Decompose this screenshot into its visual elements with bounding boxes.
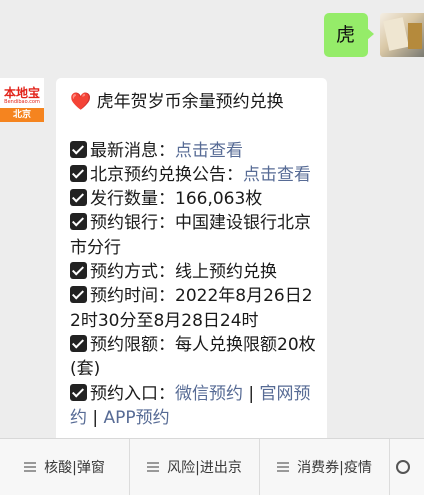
avatar-city-label: 北京 [0,108,44,122]
account-avatar[interactable]: 本地宝 Bendibao.com 北京 [0,78,44,122]
info-item-entry: 预约入口：微信预约 | 官网预约 | APP预约 [70,383,311,428]
heart-icon: ❤️ [70,92,92,112]
link-separator: | [87,407,104,428]
info-item-announcement: 北京预约兑换公告：点击查看 [70,163,317,187]
check-box-icon [70,140,87,158]
menu-list-icon [147,460,160,474]
menu-item-label: 核酸|弹窗 [44,460,105,476]
info-item-time: 预约时间：2022年8月26日22时30分至8月28日24时 [70,286,313,331]
keyboard-toggle-button[interactable] [390,439,424,495]
check-box-icon [70,189,87,207]
outgoing-message-bubble[interactable]: 虎 [324,13,374,57]
user-avatar[interactable] [380,13,424,57]
info-item-bank: 预约银行：中国建设银行北京市分行 [70,213,311,258]
info-item-limit: 预约限额：每人兑换限额20枚(套) [70,334,316,380]
menu-item-label: 消费券|疫情 [297,460,372,476]
check-box-icon [70,164,87,182]
message-title: ❤️ 虎年贺岁币余量预约兑换 [70,90,317,114]
info-item-quantity: 发行数量：166,063枚 [70,187,317,211]
menu-list-icon [277,460,290,474]
incoming-message-bubble: ❤️ 虎年贺岁币余量预约兑换 最新消息：点击查看 北京预约兑换公告：点击查看 发… [56,78,327,458]
app-booking-link[interactable]: APP预约 [104,408,170,428]
menu-list-icon [24,460,37,474]
menu-item-label: 风险|进出京 [167,460,242,476]
message-title-text: 虎年贺岁币余量预约兑换 [96,92,284,112]
announcement-link[interactable]: 点击查看 [243,165,311,185]
check-box-icon [70,383,87,401]
check-box-icon [70,262,87,280]
menu-item-nucleic-popup[interactable]: 核酸|弹窗 [0,439,130,495]
outgoing-message-text: 虎 [336,24,356,46]
bottom-menu-bar: 核酸|弹窗 风险|进出京 消费券|疫情 [0,438,424,495]
menu-item-coupon-epidemic[interactable]: 消费券|疫情 [260,439,390,495]
info-item-news: 最新消息：点击查看 [70,139,317,163]
check-box-icon [70,286,87,304]
news-link[interactable]: 点击查看 [175,141,243,161]
keyboard-icon [396,460,410,474]
menu-item-risk-travel[interactable]: 风险|进出京 [130,439,260,495]
check-box-icon [70,334,87,352]
link-separator: | [243,383,260,404]
avatar-logo-subtext: Bendibao.com [4,99,40,105]
wechat-booking-link[interactable]: 微信预约 [175,384,243,404]
check-box-icon [70,213,87,231]
info-item-method: 预约方式：线上预约兑换 [70,260,317,284]
